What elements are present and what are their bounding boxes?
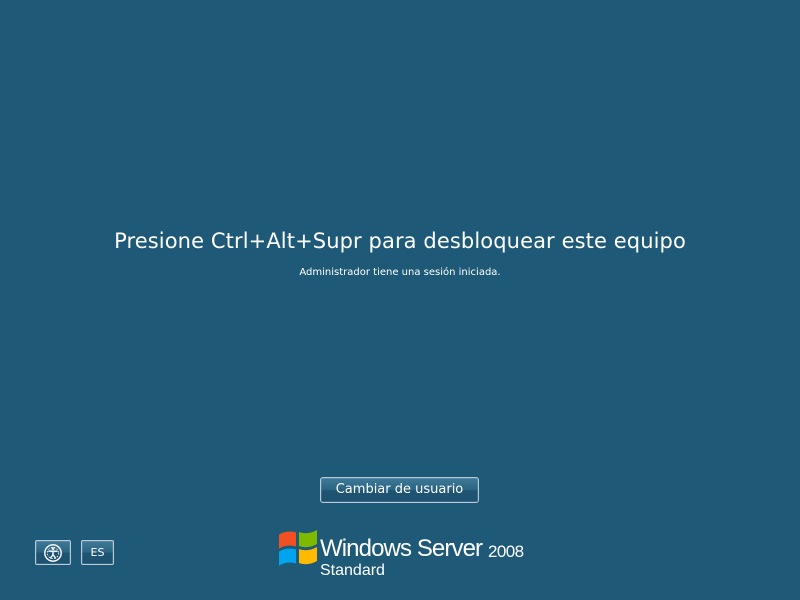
ease-of-access-button[interactable]: [35, 540, 71, 565]
product-version: 2008: [488, 542, 524, 561]
product-name: Windows Server: [320, 535, 483, 562]
unlock-instruction: Presione Ctrl+Alt+Supr para desbloquear …: [114, 229, 686, 253]
product-edition: Standard: [320, 562, 385, 579]
switch-user-button[interactable]: Cambiar de usuario: [320, 477, 479, 503]
ease-of-access-icon: [44, 544, 62, 562]
windows-server-logo: Windows Server 2008 Standard: [276, 526, 536, 582]
language-button[interactable]: ES: [81, 540, 114, 565]
windows-flag-icon: [279, 529, 317, 566]
session-info: Administrador tiene una sesión iniciada.: [299, 267, 501, 278]
